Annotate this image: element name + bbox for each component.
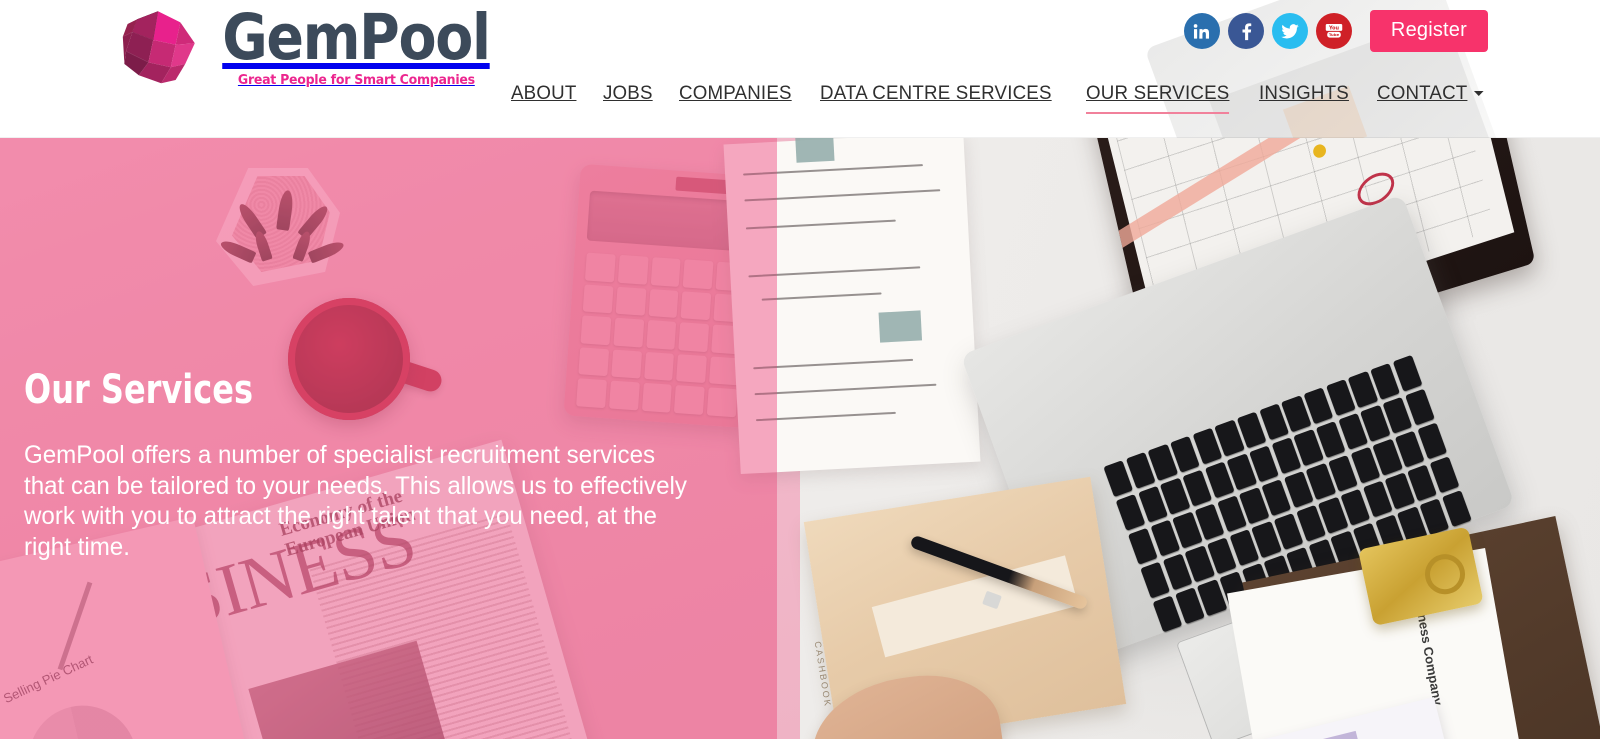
brand-tagline: Great People for Smart Companies bbox=[237, 71, 475, 88]
gem-polyhedron-icon bbox=[118, 8, 198, 88]
nav-label: CONTACT bbox=[1376, 82, 1468, 104]
facebook-icon[interactable] bbox=[1227, 13, 1264, 49]
nav-label: JOBS bbox=[603, 82, 653, 104]
hero-description: GemPool offers a number of specialist re… bbox=[24, 441, 687, 561]
nav-label: DATA CENTRE SERVICES bbox=[820, 82, 1053, 104]
logo-text: GemPool Great People for Smart Companies bbox=[204, 1, 508, 88]
nav-label: ABOUT bbox=[511, 82, 577, 104]
linkedin-icon[interactable] bbox=[1183, 13, 1220, 49]
hero-copy: Our Services GemPool offers a number of … bbox=[24, 370, 754, 562]
nav-label: OUR SERVICES bbox=[1085, 82, 1230, 104]
hero-title: Our Services bbox=[24, 367, 253, 413]
nav-item-contact[interactable]: CONTACT bbox=[1377, 82, 1484, 114]
nav-item-data-centre-services[interactable]: DATA CENTRE SERVICES bbox=[820, 82, 1052, 114]
brand-name: GemPool bbox=[222, 1, 491, 75]
register-button[interactable]: Register bbox=[1369, 10, 1488, 52]
nav-item-companies[interactable]: COMPANIES bbox=[679, 82, 792, 114]
nav-item-insights[interactable]: INSIGHTS bbox=[1259, 82, 1349, 114]
calculator-solar-strip bbox=[675, 176, 728, 195]
page-root: BUSINESS Economy of the European Union S… bbox=[0, 0, 1600, 739]
site-logo[interactable]: GemPool Great People for Smart Companies bbox=[118, 1, 508, 88]
site-header: GemPool Great People for Smart Companies bbox=[0, 0, 1600, 138]
header-utility-bar: You Tube Register bbox=[1183, 10, 1488, 52]
chevron-down-icon bbox=[1473, 91, 1484, 96]
nav-item-jobs[interactable]: JOBS bbox=[603, 82, 653, 114]
youtube-icon[interactable]: You Tube bbox=[1315, 13, 1352, 49]
pie-chart-label: Selling Pie Chart bbox=[1, 651, 96, 707]
nav-label: INSIGHTS bbox=[1259, 82, 1350, 104]
header-divider bbox=[0, 137, 1600, 138]
hero-banner: BUSINESS Economy of the European Union S… bbox=[0, 138, 1600, 739]
svg-text:You: You bbox=[1328, 25, 1340, 31]
envelope-label: CASHBOOK bbox=[812, 640, 834, 709]
nav-item-our-services[interactable]: OUR SERVICES bbox=[1085, 82, 1230, 114]
twitter-bird-icon[interactable] bbox=[1271, 13, 1308, 49]
nav-label: COMPANIES bbox=[678, 82, 792, 104]
svg-text:Tube: Tube bbox=[1329, 32, 1340, 37]
nav-item-about[interactable]: ABOUT bbox=[511, 82, 576, 114]
main-navigation: ABOUT JOBS COMPANIES DATA CENTRE SERVICE… bbox=[511, 82, 1488, 114]
